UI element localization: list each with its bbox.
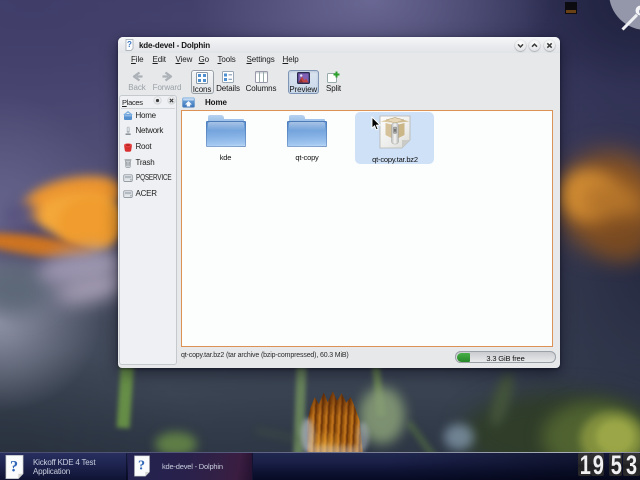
svg-text:?: ? xyxy=(10,456,18,475)
svg-text:?: ? xyxy=(138,458,145,474)
svg-text:?: ? xyxy=(127,40,132,49)
